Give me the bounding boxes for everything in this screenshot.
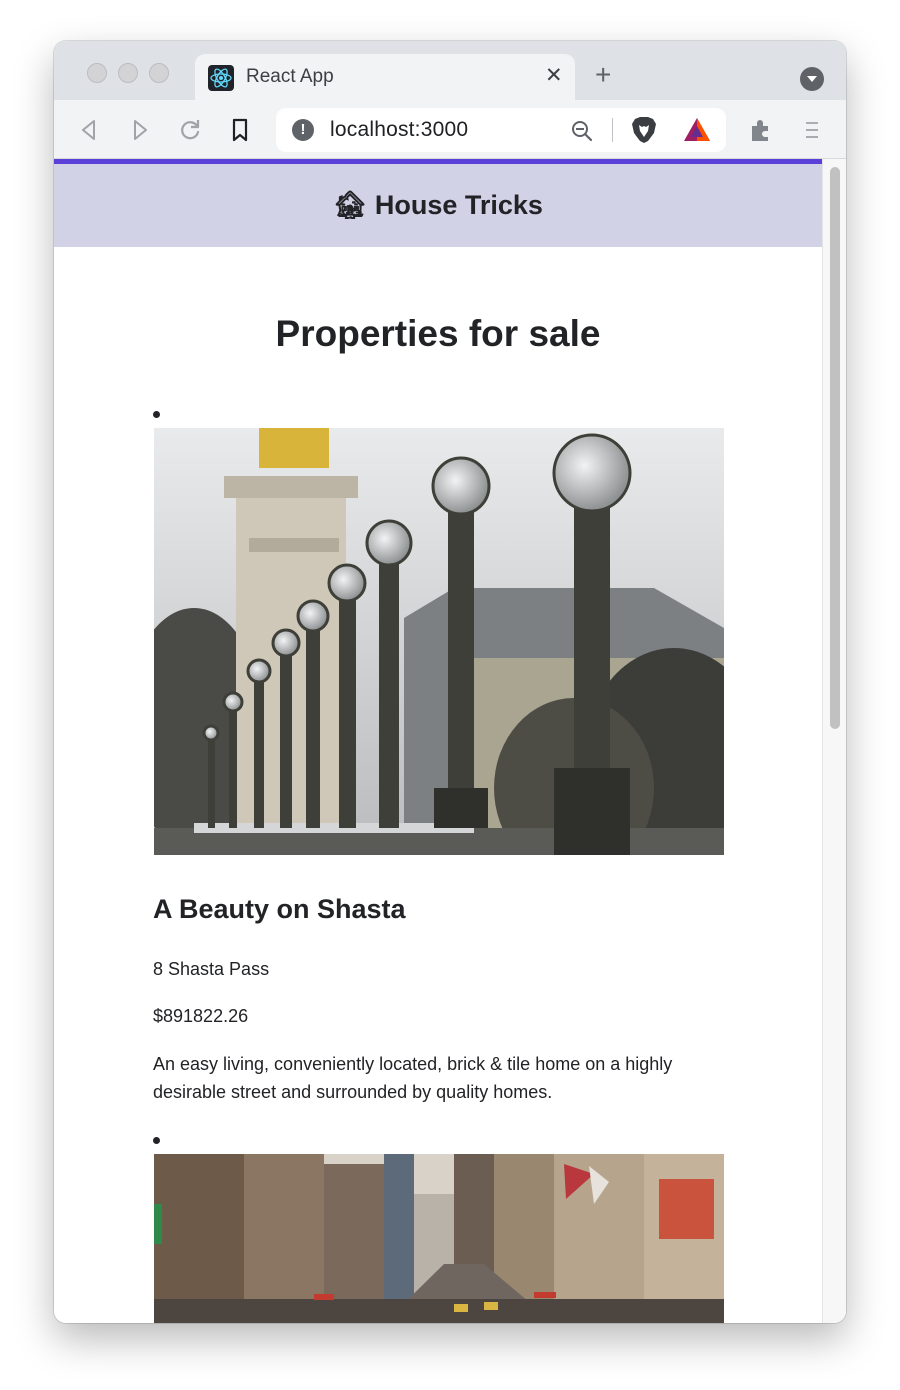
zoom-out-icon[interactable] (570, 119, 594, 143)
house-emoji-icon: 🏚 (333, 190, 368, 220)
browser-window: React App ✕ + ! localhost:3000 🏚 House T… (54, 41, 846, 1323)
page-viewport: 🏚 House Tricks Properties for sale A Bea… (54, 159, 846, 1323)
brand[interactable]: 🏚 House Tricks (54, 189, 822, 221)
property-name: A Beauty on Shasta (153, 894, 406, 924)
brave-lion-icon[interactable] (630, 115, 658, 145)
page-title: Properties for sale (275, 313, 601, 354)
list-bullet (153, 1137, 160, 1144)
reload-icon[interactable] (177, 117, 203, 143)
property-address: 8 Shasta Pass (153, 959, 270, 979)
app-header: 🏚 House Tricks (54, 159, 822, 247)
tab-strip: React App ✕ + (54, 41, 846, 100)
close-window-button[interactable] (87, 63, 107, 83)
property-photo (154, 1154, 724, 1323)
tab-title: React App (246, 66, 334, 87)
puzzle-piece-icon[interactable] (748, 117, 774, 143)
tab-search-icon[interactable] (800, 67, 824, 91)
site-info-icon[interactable]: ! (292, 119, 314, 141)
forward-arrow-icon[interactable] (127, 117, 153, 143)
omnibox-divider (612, 118, 613, 142)
react-logo-icon (208, 65, 234, 91)
browser-tab[interactable]: React App ✕ (195, 54, 575, 100)
page-scrollbar[interactable] (822, 159, 846, 1323)
address-bar[interactable]: ! localhost:3000 (276, 108, 726, 152)
scrollbar-thumb[interactable] (830, 167, 840, 729)
list-bullet (153, 411, 160, 418)
url-text[interactable]: localhost:3000 (330, 118, 468, 142)
property-photo (154, 428, 724, 855)
back-arrow-icon[interactable] (76, 117, 102, 143)
zoom-window-button[interactable] (149, 63, 169, 83)
bookmark-icon[interactable] (227, 117, 253, 143)
brand-name: House Tricks (374, 190, 543, 220)
property-description: An easy living, conveniently located, br… (153, 1054, 673, 1102)
hamburger-menu-icon[interactable] (799, 117, 825, 143)
property-price: $891822.26 (153, 1006, 249, 1026)
minimize-window-button[interactable] (118, 63, 138, 83)
new-tab-button[interactable]: + (595, 60, 611, 90)
browser-toolbar: ! localhost:3000 (54, 100, 846, 159)
brave-rewards-triangle-icon[interactable] (682, 116, 712, 144)
close-tab-icon[interactable]: ✕ (545, 65, 563, 87)
